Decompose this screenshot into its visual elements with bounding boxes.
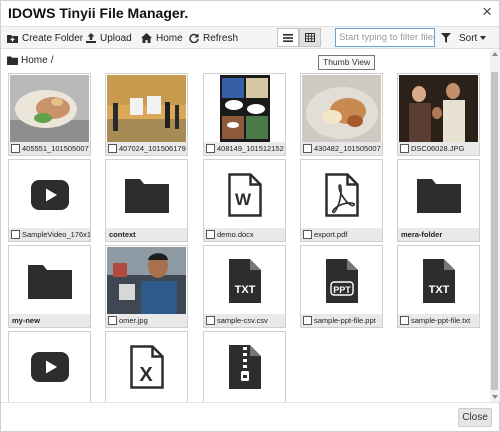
- file-tile[interactable]: export.pdf: [300, 159, 383, 242]
- select-checkbox[interactable]: [400, 316, 409, 325]
- file-caption: context: [106, 228, 187, 241]
- ppt-file-icon: PPT: [302, 247, 381, 315]
- file-tile[interactable]: 408149_101512152: [203, 73, 286, 156]
- file-name: omer.jpg: [119, 316, 148, 325]
- file-name: context: [109, 230, 136, 239]
- file-tile[interactable]: [203, 331, 286, 402]
- file-caption: sample-ppt-file.txt: [398, 314, 479, 327]
- dialog-footer: Close: [1, 402, 499, 431]
- image-thumbnail: [205, 75, 284, 143]
- file-tile[interactable]: PPT sample-ppt-file.ppt: [300, 245, 383, 328]
- scroll-down-arrow[interactable]: [492, 395, 498, 399]
- txt-file-icon: TXT: [205, 247, 284, 315]
- select-checkbox[interactable]: [303, 316, 312, 325]
- file-grid: 405551_101505007 407024_101506179 408149_1…: [1, 1, 490, 402]
- file-name: sample-ppt-file.ppt: [314, 316, 376, 325]
- scroll-thumb[interactable]: [491, 72, 498, 390]
- file-name: 405551_101505007: [22, 144, 89, 153]
- file-manager-dialog: IDOWS Tinyii File Manager. × Create Fold…: [0, 0, 500, 432]
- folder-icon: [399, 161, 478, 229]
- file-tile[interactable]: SampleVideo_176x1: [8, 159, 91, 242]
- video-icon: [10, 333, 89, 401]
- file-name: sample-ppt-file.txt: [411, 316, 471, 325]
- svg-text:TXT: TXT: [234, 284, 255, 296]
- file-tile[interactable]: 407024_101506179: [105, 73, 188, 156]
- file-tile[interactable]: TXT sample-ppt-file.txt: [397, 245, 480, 328]
- file-name: sample-csv.csv: [217, 316, 268, 325]
- file-caption: sample-ppt-file.ppt: [301, 314, 382, 327]
- file-tile[interactable]: omer.jpg: [105, 245, 188, 328]
- select-checkbox[interactable]: [400, 144, 409, 153]
- file-tile[interactable]: 430482_101505007: [300, 73, 383, 156]
- file-tile[interactable]: X: [105, 331, 188, 402]
- file-tile[interactable]: Wdemo.docx: [203, 159, 286, 242]
- folder-icon: [107, 161, 186, 229]
- file-tile[interactable]: 405551_101505007: [8, 73, 91, 156]
- svg-text:PPT: PPT: [333, 285, 351, 295]
- close-button[interactable]: Close: [458, 408, 492, 427]
- file-name: mera-folder: [401, 230, 443, 239]
- file-name: 407024_101506179: [119, 144, 186, 153]
- file-tile[interactable]: my-new: [8, 245, 91, 328]
- file-tile[interactable]: TXT sample-csv.csv: [203, 245, 286, 328]
- excel-file-icon: X: [107, 333, 186, 401]
- select-checkbox[interactable]: [11, 230, 20, 239]
- svg-text:W: W: [234, 190, 251, 209]
- image-thumbnail: [107, 247, 186, 315]
- file-caption: SampleVideo_176x1: [9, 228, 90, 241]
- file-caption: export.pdf: [301, 228, 382, 241]
- txt-file-icon: TXT: [399, 247, 478, 315]
- file-tile[interactable]: mera-folder: [397, 159, 480, 242]
- file-caption: 408149_101512152: [204, 142, 285, 155]
- select-checkbox[interactable]: [206, 230, 215, 239]
- file-caption: 430482_101505007: [301, 142, 382, 155]
- select-checkbox[interactable]: [303, 144, 312, 153]
- scroll-up-arrow[interactable]: [492, 52, 498, 56]
- video-icon: [10, 161, 89, 229]
- file-caption: demo.docx: [204, 228, 285, 241]
- select-checkbox[interactable]: [206, 144, 215, 153]
- image-thumbnail: [399, 75, 478, 143]
- file-caption: 407024_101506179: [106, 142, 187, 155]
- zip-file-icon: [205, 333, 284, 401]
- word-doc-icon: W: [205, 161, 284, 229]
- file-caption: omer.jpg: [106, 314, 187, 327]
- file-caption: my-new: [9, 314, 90, 327]
- select-checkbox[interactable]: [11, 144, 20, 153]
- file-name: 430482_101505007: [314, 144, 381, 153]
- vertical-scrollbar[interactable]: [490, 50, 500, 402]
- svg-text:TXT: TXT: [428, 284, 449, 296]
- select-checkbox[interactable]: [108, 316, 117, 325]
- file-caption: mera-folder: [398, 228, 479, 241]
- file-caption: sample-csv.csv: [204, 314, 285, 327]
- svg-text:X: X: [139, 364, 153, 386]
- file-name: demo.docx: [217, 230, 254, 239]
- file-name: DSC06028.JPG: [411, 144, 465, 153]
- file-name: 408149_101512152: [217, 144, 284, 153]
- select-checkbox[interactable]: [303, 230, 312, 239]
- pdf-icon: [302, 161, 381, 229]
- file-tile[interactable]: DSC06028.JPG: [397, 73, 480, 156]
- file-caption: DSC06028.JPG: [398, 142, 479, 155]
- select-checkbox[interactable]: [206, 316, 215, 325]
- file-caption: 405551_101505007: [9, 142, 90, 155]
- select-checkbox[interactable]: [108, 144, 117, 153]
- image-thumbnail: [10, 75, 89, 143]
- image-thumbnail: [107, 75, 186, 143]
- image-thumbnail: [302, 75, 381, 143]
- folder-icon: [10, 247, 89, 315]
- file-name: export.pdf: [314, 230, 348, 239]
- file-name: my-new: [12, 316, 40, 325]
- file-tile[interactable]: [8, 331, 91, 402]
- file-tile[interactable]: context: [105, 159, 188, 242]
- file-name: SampleVideo_176x1: [22, 230, 90, 239]
